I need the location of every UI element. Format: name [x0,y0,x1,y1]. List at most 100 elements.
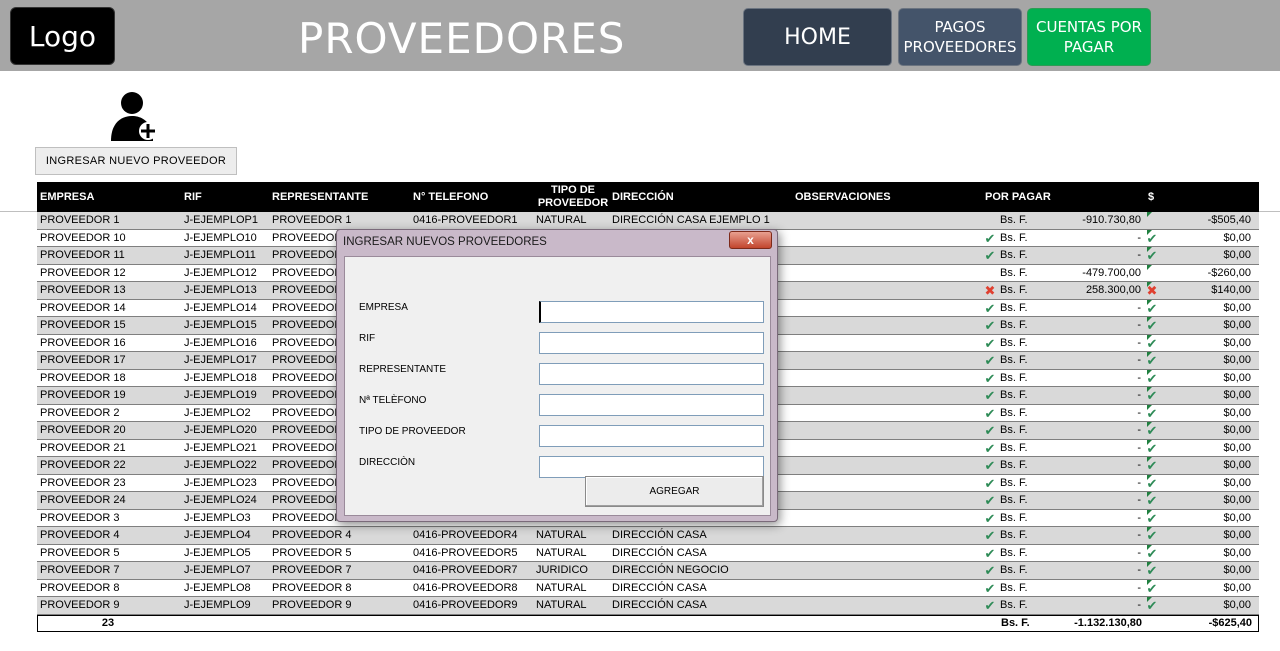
dialog-title: INGRESAR NUEVOS PROVEEDORES [343,236,547,248]
logo[interactable]: Logo [10,7,115,65]
table-row[interactable]: PROVEEDOR 9 J-EJEMPLO9 PROVEEDOR 9 0416-PRO… [37,597,1259,615]
comment-indicator [1147,579,1152,585]
cell-currency: Bs. F. [1000,441,1028,454]
cell-empresa: PROVEEDOR 8 [40,581,120,594]
cell-currency: Bs. F. [1000,529,1028,541]
comment-indicator [1147,562,1152,567]
check-icon: ✔ [984,423,996,438]
comment-indicator [1147,544,1152,550]
pagos-proveedores-button[interactable]: PAGOS PROVEEDORES [898,8,1022,66]
cell-representante: PROVEEDOR 4 [272,529,352,541]
cell-usd: $0,00 [1223,231,1251,244]
cell-por-pagar: - [1137,336,1141,349]
cell-rif: J-EJEMPLO21 [184,441,257,454]
col-telefono: N° TELEFONO [413,191,489,203]
home-button[interactable]: HOME [743,8,892,66]
cell-currency: Bs. F. [1000,266,1028,279]
agregar-button[interactable]: AGREGAR [585,476,764,507]
check-icon: ✔ [984,248,996,263]
table-row[interactable]: PROVEEDOR 1 J-EJEMPLOP1 PROVEEDOR 1 0416-PR… [37,212,1259,230]
cell-empresa: PROVEEDOR 20 [40,424,126,436]
cell-usd: $0,00 [1223,564,1251,576]
cell-empresa: PROVEEDOR 10 [40,231,126,244]
cell-empresa: PROVEEDOR 2 [40,406,120,419]
add-user-icon[interactable] [108,89,160,143]
cell-direccion: DIRECCIÓN CASA [612,529,707,541]
cell-telefono: 0416-PROVEEDOR1 [413,214,518,226]
cell-rif: J-EJEMPLO19 [184,389,257,401]
cell-currency: Bs. F. [1000,564,1028,576]
check-icon: ✔ [984,353,996,368]
cell-por-pagar: - [1137,581,1141,594]
cross-icon: ✖ [984,283,996,298]
cell-usd: $0,00 [1223,319,1251,331]
cell-por-pagar: - [1137,511,1141,524]
cell-currency: Bs. F. [1000,389,1028,401]
cell-direccion: DIRECCIÓN CASA [612,599,707,611]
cell-rif: J-EJEMPLO13 [184,284,257,296]
cell-rif: J-EJEMPLO2 [184,406,251,419]
pagos-proveedores-label: PAGOS PROVEEDORES [903,18,1017,56]
check-icon: ✔ [984,510,996,526]
cell-rif: J-EJEMPLO9 [184,599,251,611]
representante-input[interactable] [539,363,764,385]
cell-tipo: NATURAL [536,529,587,541]
telefono-input[interactable] [539,394,764,416]
close-button[interactable]: x [729,231,772,249]
cell-empresa: PROVEEDOR 11 [40,249,125,261]
app-window: Logo PROVEEDORES HOME PAGOS PROVEEDORES C… [0,0,1280,651]
cell-currency: Bs. F. [1000,249,1028,261]
label-rif: RIF [359,333,376,344]
check-icon: ✔ [984,335,996,351]
comment-indicator [1147,474,1152,480]
direccion-input[interactable] [539,456,764,478]
cell-por-pagar: - [1137,354,1141,366]
cell-por-pagar: - [1137,441,1141,454]
table-footer: 23 Bs. F. -1.132.130,80 -$625,40 [37,614,1259,632]
check-icon: ✔ [984,580,996,596]
cell-por-pagar: - [1137,424,1141,436]
comment-indicator [1147,282,1152,287]
table-row[interactable]: PROVEEDOR 4 J-EJEMPLO4 PROVEEDOR 4 0416-PRO… [37,527,1259,545]
cell-usd: $140,00 [1211,284,1251,296]
rif-input[interactable] [539,332,764,354]
empresa-input[interactable] [539,301,764,323]
check-icon: ✔ [984,370,996,386]
cell-usd: $0,00 [1223,599,1251,611]
col-direccion: DIRECCIÓN [612,191,674,203]
status-mark-bs [983,212,997,229]
comment-indicator [1147,492,1152,497]
cell-rif: J-EJEMPLO12 [184,266,257,279]
total-por-pagar: -1.132.130,80 [1074,616,1142,629]
tipo-input[interactable] [539,425,764,447]
cell-empresa: PROVEEDOR 1 [40,214,120,226]
total-count: 23 [101,616,115,629]
cell-empresa: PROVEEDOR 4 [40,529,120,541]
cell-tipo: NATURAL [536,599,587,611]
cell-empresa: PROVEEDOR 9 [40,599,120,611]
table-row[interactable]: PROVEEDOR 7 J-EJEMPLO7 PROVEEDOR 7 0416-PRO… [37,562,1259,580]
cell-empresa: PROVEEDOR 21 [40,441,126,454]
table-row[interactable]: PROVEEDOR 8 J-EJEMPLO8 PROVEEDOR 8 0416-PRO… [37,579,1259,597]
cell-usd: $0,00 [1223,581,1251,594]
cuentas-por-pagar-button[interactable]: CUENTAS POR PAGAR [1027,8,1151,66]
page-title: PROVEEDORES [298,14,626,63]
cell-empresa: PROVEEDOR 18 [40,371,126,384]
new-provider-button[interactable]: INGRESAR NUEVO PROVEEDOR [35,147,237,175]
cell-rif: J-EJEMPLO23 [184,476,257,489]
cell-tipo: NATURAL [536,546,587,559]
cell-currency: Bs. F. [1000,476,1028,489]
cell-por-pagar: - [1137,319,1141,331]
cell-usd: $0,00 [1223,406,1251,419]
check-icon: ✔ [984,440,996,456]
cell-rif: J-EJEMPLO8 [184,581,251,594]
cell-usd: -$260,00 [1207,266,1251,279]
comment-indicator [1147,247,1152,252]
status-mark-bs [983,265,997,282]
cell-por-pagar: - [1137,231,1141,244]
cell-direccion: DIRECCIÓN NEGOCIO [612,564,729,576]
cell-currency: Bs. F. [1000,459,1028,471]
table-row[interactable]: PROVEEDOR 5 J-EJEMPLO5 PROVEEDOR 5 0416-PRO… [37,544,1259,562]
col-empresa: EMPRESA [40,191,95,203]
cell-direccion: DIRECCIÓN CASA EJEMPLO 1 [612,214,770,226]
